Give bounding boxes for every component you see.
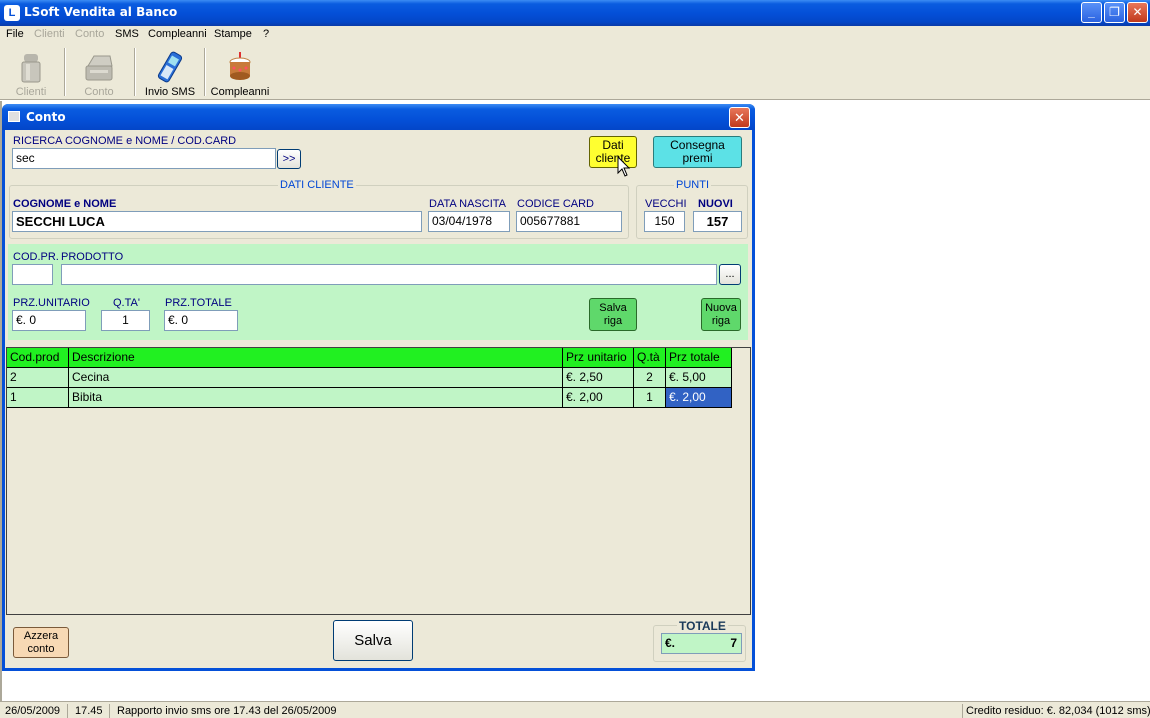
vecchi-field[interactable]: 150	[644, 211, 685, 232]
toolbar-separator	[64, 48, 66, 96]
window-titlebar: L LSoft Vendita al Banco _ ❐ ✕	[0, 0, 1150, 26]
riga-entry-panel: COD.PR. PRODOTTO ... PRZ.UNITARIO €. 0 Q…	[8, 244, 748, 340]
salva-button[interactable]: Salva	[333, 620, 413, 661]
azzera-conto-button[interactable]: Azzera conto	[13, 627, 69, 658]
toolbar-separator	[204, 48, 206, 96]
prz-totale-input[interactable]: €. 0	[164, 310, 238, 331]
salva-riga-button[interactable]: Salva riga	[589, 298, 637, 331]
menu-stampe[interactable]: Stampe	[214, 28, 252, 40]
toolbar-clienti-button[interactable]: Clienti	[8, 48, 54, 98]
toolbar-conto-label: Conto	[84, 86, 114, 98]
prz-unitario-input[interactable]: €. 0	[12, 310, 86, 331]
status-time: 17.45	[72, 704, 110, 718]
toolbar-conto-button[interactable]: Conto	[76, 48, 122, 98]
data-nascita-field[interactable]: 03/04/1978	[428, 211, 510, 232]
prodotto-label: PRODOTTO	[61, 251, 124, 263]
grid-header-cod[interactable]: Cod.prod	[7, 348, 69, 368]
nuovi-field[interactable]: 157	[693, 211, 742, 232]
dialog-icon	[8, 111, 20, 122]
grid-header-prz-unitario[interactable]: Prz unitario	[563, 348, 634, 368]
menu-sms[interactable]: SMS	[115, 28, 139, 40]
close-button[interactable]: ✕	[1127, 2, 1148, 23]
menu-file[interactable]: File	[6, 28, 24, 40]
grid-header-descrizione[interactable]: Descrizione	[69, 348, 563, 368]
menu-bar: File Clienti Conto SMS Compleanni Stampe…	[0, 26, 1150, 44]
totale-currency: €.	[665, 636, 676, 650]
minimize-button[interactable]: _	[1081, 2, 1102, 23]
totale-field: €. 7	[661, 633, 742, 654]
cash-register-icon	[85, 55, 113, 81]
grid-row-1-prz-totale[interactable]: €. 5,00	[666, 368, 732, 388]
conto-dialog-titlebar: Conto ✕	[2, 104, 755, 130]
toolbar-invio-sms-button[interactable]: Invio SMS	[142, 48, 198, 98]
toolbar-clienti-label: Clienti	[15, 86, 47, 98]
grid-header-qta[interactable]: Q.tà	[634, 348, 666, 368]
consegna-premi-button[interactable]: Consegna premi	[653, 136, 742, 168]
prodotto-browse-button[interactable]: ...	[719, 264, 741, 285]
grid-row-2-prz-totale[interactable]: €. 2,00	[666, 388, 732, 408]
nuova-riga-button[interactable]: Nuova riga	[701, 298, 741, 331]
grid-row-1-descrizione[interactable]: Cecina	[69, 368, 563, 388]
dati-cliente-group-title: DATI CLIENTE	[278, 179, 356, 191]
status-date: 26/05/2009	[2, 704, 68, 718]
grid-row-2-descrizione[interactable]: Bibita	[69, 388, 563, 408]
status-credit: Credito residuo: €. 82,034 (1012 sms)	[962, 704, 1150, 718]
codpr-label: COD.PR.	[13, 251, 59, 263]
status-message: Rapporto invio sms ore 17.43 del 26/05/2…	[117, 705, 337, 717]
nome-label: COGNOME e NOME	[13, 198, 117, 210]
prz-unitario-label: PRZ.UNITARIO	[13, 297, 90, 309]
punti-group-title: PUNTI	[674, 179, 711, 191]
nuovi-label: NUOVI	[698, 198, 733, 210]
items-grid: Cod.prod Descrizione Prz unitario Q.tà P…	[6, 347, 751, 615]
qta-label: Q.TA'	[113, 297, 140, 309]
conto-dialog: Conto ✕ RICERCA COGNOME e NOME / COD.CAR…	[2, 104, 755, 671]
grid-row-2-qta[interactable]: 1	[634, 388, 666, 408]
grid-row-1-qta[interactable]: 2	[634, 368, 666, 388]
mouse-cursor-icon	[617, 156, 631, 177]
codice-card-label: CODICE CARD	[517, 198, 595, 210]
clienti-icon	[21, 54, 41, 83]
grid-row-2-prz-unitario[interactable]: €. 2,00	[563, 388, 634, 408]
conto-dialog-body: RICERCA COGNOME e NOME / COD.CARD sec >>…	[5, 130, 752, 668]
birthday-cake-icon	[229, 52, 251, 80]
window-title: LSoft Vendita al Banco	[24, 5, 178, 19]
grid-row-1-prz-unitario[interactable]: €. 2,50	[563, 368, 634, 388]
prz-totale-label: PRZ.TOTALE	[165, 297, 232, 309]
conto-dialog-title: Conto	[26, 110, 66, 124]
toolbar-compleanni-label: Compleanni	[210, 86, 270, 98]
mobile-phone-icon	[157, 51, 183, 83]
codpr-input[interactable]	[12, 264, 53, 285]
menu-compleanni[interactable]: Compleanni	[148, 28, 207, 40]
menu-clienti[interactable]: Clienti	[34, 28, 65, 40]
search-label: RICERCA COGNOME e NOME / COD.CARD	[13, 135, 237, 147]
totale-value: 7	[730, 636, 737, 650]
toolbar-invio-sms-label: Invio SMS	[144, 86, 196, 98]
conto-dialog-close-button[interactable]: ✕	[729, 107, 750, 128]
grid-row-1-cod[interactable]: 2	[7, 368, 69, 388]
toolbar-separator	[134, 48, 136, 96]
status-bar: 26/05/2009 17.45 Rapporto invio sms ore …	[0, 701, 1150, 718]
totale-label: TOTALE	[677, 619, 728, 633]
toolbar-compleanni-button[interactable]: Compleanni	[210, 48, 270, 98]
codice-card-field[interactable]: 005677881	[516, 211, 622, 232]
grid-header-prz-totale[interactable]: Prz totale	[666, 348, 732, 368]
search-input[interactable]: sec	[12, 148, 276, 169]
menu-help[interactable]: ?	[263, 28, 269, 40]
grid-row-2-cod[interactable]: 1	[7, 388, 69, 408]
menu-conto[interactable]: Conto	[75, 28, 104, 40]
prodotto-input[interactable]	[61, 264, 717, 285]
nome-field[interactable]: SECCHI LUCA	[12, 211, 422, 232]
toolbar: Clienti Conto Invio SMS Compleanni	[0, 44, 1150, 100]
vecchi-label: VECCHI	[645, 198, 687, 210]
qta-input[interactable]: 1	[101, 310, 150, 331]
search-go-button[interactable]: >>	[277, 149, 301, 169]
restore-button[interactable]: ❐	[1104, 2, 1125, 23]
app-icon: L	[4, 5, 20, 21]
data-nascita-label: DATA NASCITA	[429, 198, 507, 210]
